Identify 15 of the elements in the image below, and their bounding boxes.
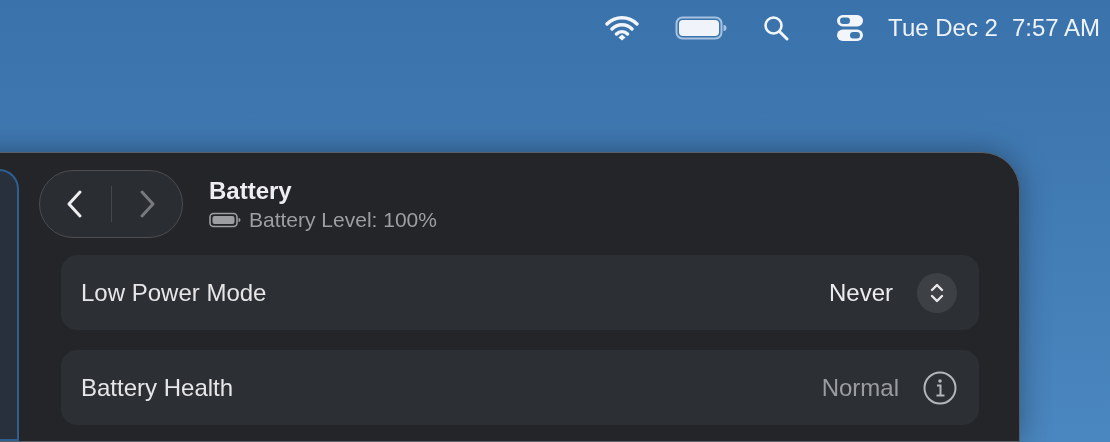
- row-value[interactable]: Never: [828, 278, 893, 307]
- menu-bar-date[interactable]: Tue Dec 2: [888, 14, 998, 42]
- control-center-icon[interactable]: [836, 14, 865, 42]
- row-value: Normal: [821, 373, 899, 402]
- row-label: Low Power Mode: [81, 278, 268, 307]
- wifi-icon[interactable]: [605, 15, 640, 41]
- battery-icon: [209, 211, 241, 228]
- battery-level-text: Battery Level: 100%: [249, 207, 437, 232]
- window-title: Battery: [209, 176, 293, 205]
- stepper-icon[interactable]: [917, 272, 957, 313]
- info-icon[interactable]: [923, 370, 957, 405]
- menu-bar-time[interactable]: 7:57 AM: [1011, 14, 1100, 42]
- battery-icon[interactable]: [675, 15, 728, 41]
- search-icon[interactable]: [763, 15, 790, 41]
- row-label: Battery Health: [81, 373, 235, 402]
